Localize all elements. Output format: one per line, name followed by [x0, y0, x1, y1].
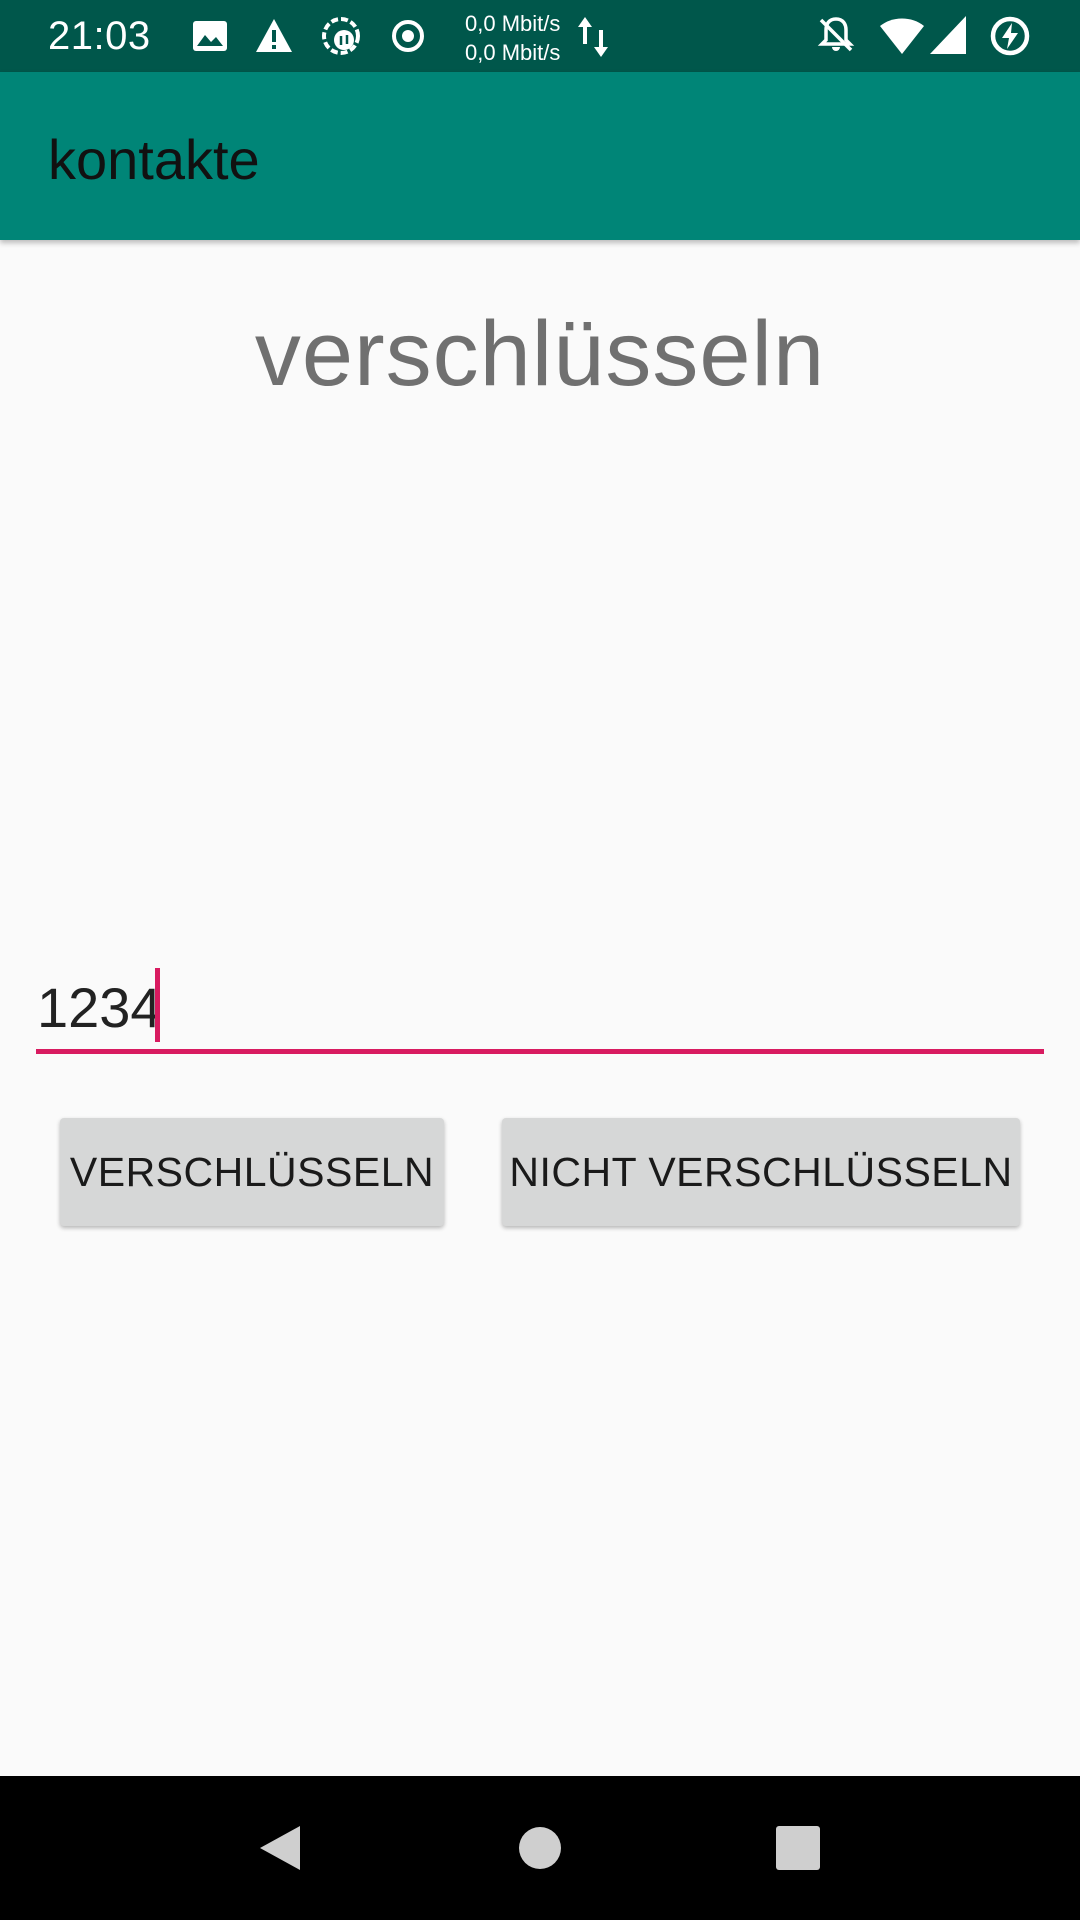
- recents-icon[interactable]: [772, 1822, 824, 1874]
- image-icon: [193, 21, 227, 51]
- record-icon: [392, 20, 424, 52]
- status-time: 21:03: [48, 14, 151, 58]
- navigation-bar: [0, 1776, 1080, 1920]
- warning-icon: [256, 19, 292, 52]
- no-encrypt-button[interactable]: NICHT VERSCHLÜSSELN: [502, 1118, 1020, 1226]
- home-icon[interactable]: [514, 1822, 566, 1874]
- network-speed-up: 0,0 Mbit/s: [465, 11, 561, 36]
- password-input[interactable]: 1234: [37, 976, 162, 1040]
- page-heading: verschlüsseln: [254, 303, 826, 405]
- text-caret: [155, 968, 160, 1042]
- data-arrows-icon: [578, 17, 608, 57]
- wifi-icon: [880, 18, 924, 54]
- app-title: kontakte: [48, 128, 260, 191]
- notifications-off-icon: [817, 17, 855, 52]
- status-bar: 21:03 0,0 Mbit/s 0,0 Mbit/s: [0, 0, 1080, 72]
- password-input-container[interactable]: 1234: [36, 968, 1044, 1056]
- sync-icon: [322, 17, 360, 55]
- back-icon[interactable]: [254, 1822, 306, 1874]
- encrypt-button[interactable]: VERSCHLÜSSELN: [60, 1118, 444, 1226]
- app-bar: kontakte: [0, 72, 1080, 240]
- network-speed-down: 0,0 Mbit/s: [465, 40, 561, 65]
- battery-charging-icon: [990, 16, 1030, 56]
- network-speed: 0,0 Mbit/s 0,0 Mbit/s: [465, 9, 560, 67]
- signal-icon: [930, 16, 966, 54]
- input-underline: [36, 1049, 1044, 1054]
